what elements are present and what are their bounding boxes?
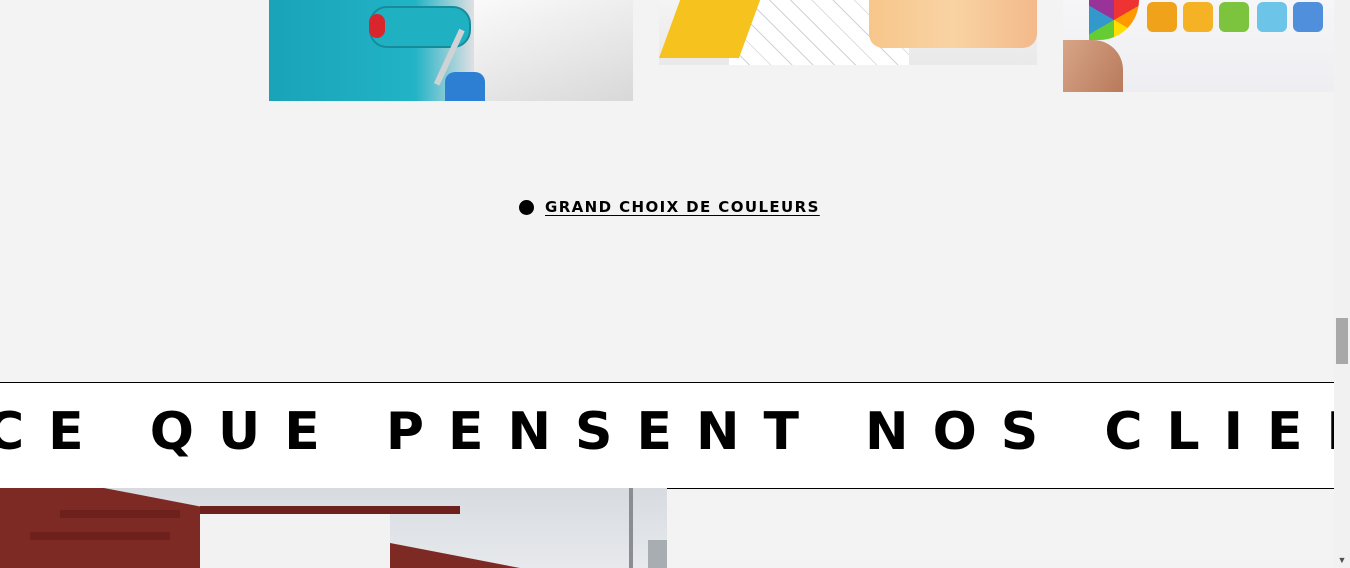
wall-painting-roller-image xyxy=(269,0,633,101)
paint-sample-blue xyxy=(1293,2,1323,32)
orange-swatch xyxy=(869,0,1037,48)
roof-beam xyxy=(30,532,170,540)
color-swatches-plans-image xyxy=(659,0,1037,65)
color-palette-hand-image xyxy=(1063,0,1334,92)
glove xyxy=(445,72,485,101)
wall xyxy=(200,506,390,568)
roof-beam xyxy=(200,506,460,514)
feature-item: GRAND CHOIX DE COULEURS xyxy=(519,198,820,216)
antenna xyxy=(629,488,633,568)
hand xyxy=(1063,40,1123,92)
banner-title: CE QUE PENSENT NOS CLIENTS xyxy=(0,402,1334,462)
bullet-icon xyxy=(519,199,534,215)
paint-sample-green xyxy=(1219,2,1249,32)
testimonials-banner: CE QUE PENSENT NOS CLIENTS xyxy=(0,382,1334,489)
painter-sleeve xyxy=(474,0,633,101)
roller-cap xyxy=(369,14,385,38)
scroll-down-arrow-icon[interactable]: ▼ xyxy=(1334,552,1350,568)
background-building xyxy=(648,540,667,568)
scrollbar-thumb[interactable] xyxy=(1336,318,1348,364)
paint-sample-gold xyxy=(1183,2,1213,32)
paint-sample-orange xyxy=(1147,2,1177,32)
vertical-scrollbar[interactable]: ▼ xyxy=(1334,0,1350,568)
house-facade-image xyxy=(0,488,667,568)
palette-fan xyxy=(1089,0,1139,40)
roof-beam xyxy=(60,510,180,518)
grand-choix-couleurs-link[interactable]: GRAND CHOIX DE COULEURS xyxy=(545,198,820,216)
paint-sample-lightblue xyxy=(1257,2,1287,32)
page: GRAND CHOIX DE COULEURS CE QUE PENSENT N… xyxy=(0,0,1334,568)
